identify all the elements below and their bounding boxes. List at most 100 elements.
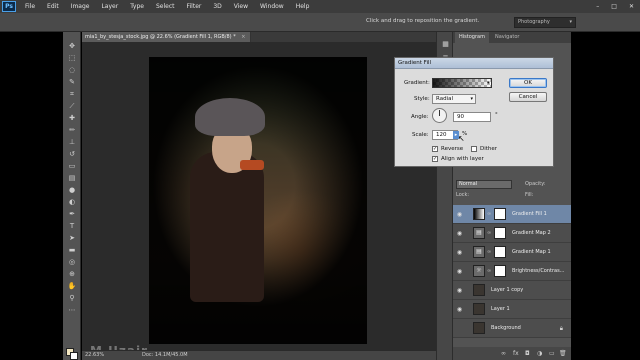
- history-brush-tool-icon[interactable]: ↺: [67, 150, 77, 159]
- layer-thumbnail: [473, 284, 485, 296]
- layer-row-gradient-map-2[interactable]: ◉ ▤ ∞ Gradient Map 2: [453, 224, 571, 243]
- lasso-tool-icon[interactable]: ◌: [67, 66, 77, 75]
- dialog-title: Gradient Fill: [395, 58, 553, 69]
- minimize-button[interactable]: –: [590, 0, 605, 13]
- 3d-camera-tool-icon[interactable]: ⊕: [67, 270, 77, 279]
- child-scarf: [240, 160, 264, 170]
- layer-mask-thumbnail[interactable]: [494, 227, 506, 239]
- layer-name: Brightness/Contras...: [512, 268, 565, 274]
- menu-view[interactable]: View: [228, 0, 254, 13]
- trash-icon[interactable]: 🗑︎: [559, 350, 567, 357]
- layer-row-background[interactable]: Background 🔒︎: [453, 319, 571, 338]
- gradient-fill-dialog: Gradient Fill Gradient: ▾ Style: Radial …: [394, 57, 554, 167]
- tab-navigator[interactable]: Navigator: [491, 32, 523, 43]
- reverse-checkbox[interactable]: ✓: [432, 146, 438, 152]
- fill-label: Fill:: [525, 192, 534, 198]
- 3d-tool-icon[interactable]: ◎: [67, 258, 77, 267]
- align-with-layer-checkbox[interactable]: ✓: [432, 156, 438, 162]
- child-cap: [195, 98, 265, 136]
- background-color-swatch[interactable]: [70, 352, 78, 360]
- path-select-tool-icon[interactable]: ➤: [67, 234, 77, 243]
- cancel-button[interactable]: Cancel: [509, 92, 547, 102]
- layer-name: Background: [491, 325, 521, 331]
- marquee-tool-icon[interactable]: ⬚: [67, 54, 77, 63]
- status-bar: 22.63% Doc: 14.1M/45.0M: [82, 350, 452, 360]
- add-mask-icon[interactable]: ◘: [525, 350, 530, 357]
- eye-hidden-icon[interactable]: [456, 325, 463, 332]
- gradient-label: Gradient:: [404, 80, 430, 86]
- menu-help[interactable]: Help: [290, 0, 316, 13]
- menu-type[interactable]: Type: [124, 0, 150, 13]
- panel-tabs: Histogram Navigator: [453, 32, 571, 43]
- ok-button[interactable]: OK: [509, 78, 547, 88]
- clone-stamp-tool-icon[interactable]: ⊥: [67, 138, 77, 147]
- blend-mode-select[interactable]: Normal: [456, 180, 512, 189]
- history-panel-icon[interactable]: ▦: [441, 40, 450, 49]
- options-hint: Click and drag to reposition the gradien…: [366, 18, 480, 24]
- quick-select-tool-icon[interactable]: ✎: [67, 78, 77, 87]
- zoom-level[interactable]: 22.63%: [85, 351, 104, 360]
- dither-checkbox[interactable]: [471, 146, 477, 152]
- link-layers-icon[interactable]: ∞: [501, 350, 506, 357]
- layer-row-gradient-fill-1[interactable]: ◉ ∞ Gradient Fill 1: [453, 205, 571, 224]
- opacity-label: Opacity:: [525, 181, 546, 187]
- menu-layer[interactable]: Layer: [95, 0, 124, 13]
- document-tab[interactable]: mia1_by_stesja_stock.jpg @ 22.6% (Gradie…: [82, 32, 251, 42]
- crop-tool-icon[interactable]: ⌗: [67, 90, 77, 99]
- chevron-down-icon: ▾: [569, 19, 572, 25]
- add-style-icon[interactable]: fx: [513, 350, 519, 357]
- type-tool-icon[interactable]: T: [67, 222, 77, 231]
- eye-icon[interactable]: ◉: [456, 306, 463, 313]
- brush-tool-icon[interactable]: ✏: [67, 126, 77, 135]
- menu-image[interactable]: Image: [65, 0, 96, 13]
- eye-icon[interactable]: ◉: [456, 211, 463, 218]
- angle-unit: °: [495, 112, 498, 118]
- eye-icon[interactable]: ◉: [456, 268, 463, 275]
- layer-row-gradient-map-1[interactable]: ◉ ▤ ∞ Gradient Map 1: [453, 243, 571, 262]
- layer-mask-thumbnail[interactable]: [494, 208, 506, 220]
- menu-file[interactable]: File: [19, 0, 41, 13]
- layer-thumbnail: [473, 208, 485, 220]
- eye-icon[interactable]: ◉: [456, 249, 463, 256]
- tab-histogram[interactable]: Histogram: [455, 32, 489, 43]
- menu-window[interactable]: Window: [254, 0, 290, 13]
- workspace-select[interactable]: Photography ▾: [514, 17, 576, 28]
- options-bar: Click and drag to reposition the gradien…: [0, 13, 640, 32]
- layer-mask-thumbnail[interactable]: [494, 265, 506, 277]
- eye-icon[interactable]: ◉: [456, 287, 463, 294]
- menu-select[interactable]: Select: [150, 0, 181, 13]
- style-select[interactable]: Radial ▾: [432, 94, 476, 104]
- eyedropper-tool-icon[interactable]: ⟋: [67, 102, 77, 111]
- style-value: Radial: [436, 96, 453, 102]
- menu-3d[interactable]: 3D: [207, 0, 227, 13]
- angle-dial[interactable]: [432, 108, 447, 123]
- chevron-down-icon[interactable]: ▾: [487, 79, 492, 87]
- layer-row-layer-1-copy[interactable]: ◉ Layer 1 copy: [453, 281, 571, 300]
- blur-tool-icon[interactable]: ●: [67, 186, 77, 195]
- close-button[interactable]: ✕: [623, 0, 640, 13]
- menu-filter[interactable]: Filter: [181, 0, 208, 13]
- pen-tool-icon[interactable]: ✒: [67, 210, 77, 219]
- move-tool-icon[interactable]: ✥: [67, 42, 77, 51]
- layer-name: Gradient Fill 1: [512, 211, 547, 217]
- more-tools-icon[interactable]: ⋯: [67, 306, 77, 315]
- zoom-tool-icon[interactable]: ⚲: [67, 294, 77, 303]
- layer-row-layer-1[interactable]: ◉ Layer 1: [453, 300, 571, 319]
- dodge-tool-icon[interactable]: ◐: [67, 198, 77, 207]
- gradient-preview[interactable]: [432, 78, 492, 88]
- shape-tool-icon[interactable]: ▬: [67, 246, 77, 255]
- new-adjustment-icon[interactable]: ◑: [537, 350, 542, 357]
- layer-mask-thumbnail[interactable]: [494, 246, 506, 258]
- eraser-tool-icon[interactable]: ▭: [67, 162, 77, 171]
- layer-name: Gradient Map 1: [512, 249, 551, 255]
- new-group-icon[interactable]: ▭: [549, 350, 555, 357]
- healing-tool-icon[interactable]: ✚: [67, 114, 77, 123]
- close-icon[interactable]: ×: [241, 34, 245, 40]
- eye-icon[interactable]: ◉: [456, 230, 463, 237]
- angle-input[interactable]: 90: [453, 112, 491, 122]
- hand-tool-icon[interactable]: ✋: [67, 282, 77, 291]
- maximize-button[interactable]: □: [605, 0, 623, 13]
- gradient-tool-icon[interactable]: ▤: [67, 174, 77, 183]
- menu-edit[interactable]: Edit: [41, 0, 65, 13]
- layer-row-brightness-contrast[interactable]: ◉ ☼ ∞ Brightness/Contras...: [453, 262, 571, 281]
